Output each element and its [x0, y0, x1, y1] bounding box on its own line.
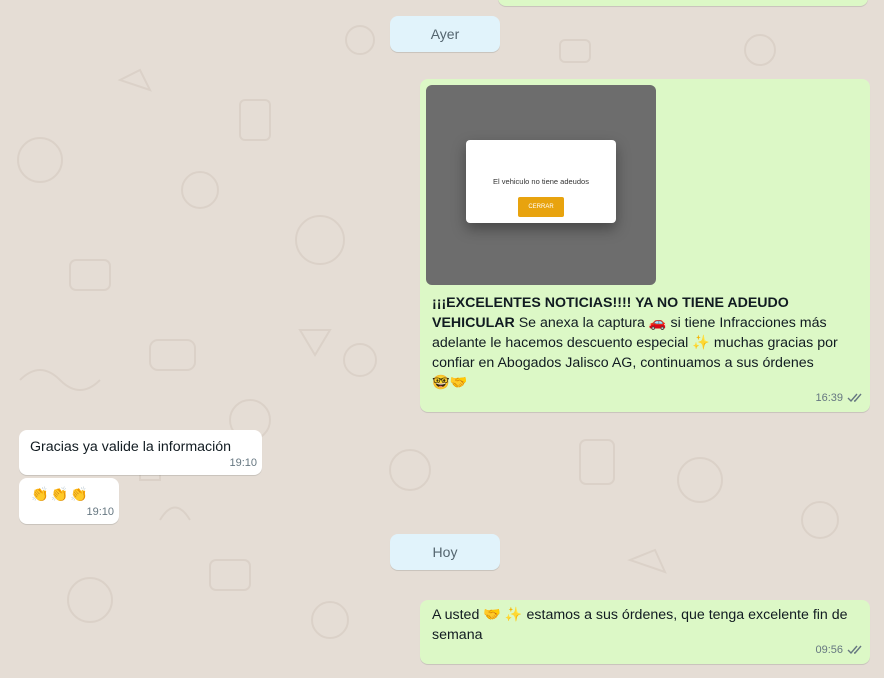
date-separator-today: Hoy	[390, 534, 500, 570]
outgoing-message-bubble[interactable]: A usted 🤝 ✨ estamos a sus órdenes, que t…	[420, 600, 870, 664]
message-text: ¡¡¡EXCELENTES NOTICIAS!!!! YA NO TIENE A…	[432, 293, 857, 393]
sparkles-emoji-icon: ✨	[692, 335, 710, 351]
incoming-message-bubble[interactable]: 👏👏👏 19:10	[19, 478, 119, 524]
message-text-part: Se anexa la captura	[514, 315, 649, 331]
sparkles-emoji-icon: ✨	[504, 607, 523, 623]
double-check-icon	[847, 393, 864, 403]
attachment-modal-dialog: El vehiculo no tiene adeudos CERRAR	[466, 140, 616, 223]
previous-message-bubble[interactable]	[498, 0, 868, 6]
message-time: 19:10	[229, 457, 257, 469]
message-time: 16:39	[815, 392, 843, 404]
attachment-modal-close-button: CERRAR	[518, 197, 564, 217]
message-meta: 19:10	[229, 453, 257, 473]
message-meta: 09:56	[815, 640, 864, 660]
handshake-emoji-icon: 🤝	[483, 607, 501, 623]
nerd-handshake-emoji-icon: 🤓🤝	[432, 375, 468, 391]
message-time: 09:56	[815, 644, 843, 656]
message-text: Gracias ya valide la información	[30, 439, 232, 455]
date-separator-yesterday: Ayer	[390, 16, 500, 52]
incoming-message-bubble[interactable]: Gracias ya valide la información 19:10	[19, 430, 262, 475]
message-meta: 16:39	[815, 388, 864, 408]
message-meta: 19:10	[86, 502, 114, 522]
image-attachment[interactable]: El vehiculo no tiene adeudos CERRAR	[426, 85, 656, 285]
message-time: 19:10	[86, 506, 114, 518]
double-check-icon	[847, 645, 864, 655]
car-emoji-icon: 🚗	[648, 315, 667, 331]
message-text-part: A usted	[432, 607, 484, 623]
outgoing-message-bubble[interactable]: El vehiculo no tiene adeudos CERRAR ¡¡¡E…	[420, 79, 870, 412]
message-text: A usted 🤝 ✨ estamos a sus órdenes, que t…	[432, 605, 852, 645]
attachment-modal-text: El vehiculo no tiene adeudos	[493, 177, 589, 186]
